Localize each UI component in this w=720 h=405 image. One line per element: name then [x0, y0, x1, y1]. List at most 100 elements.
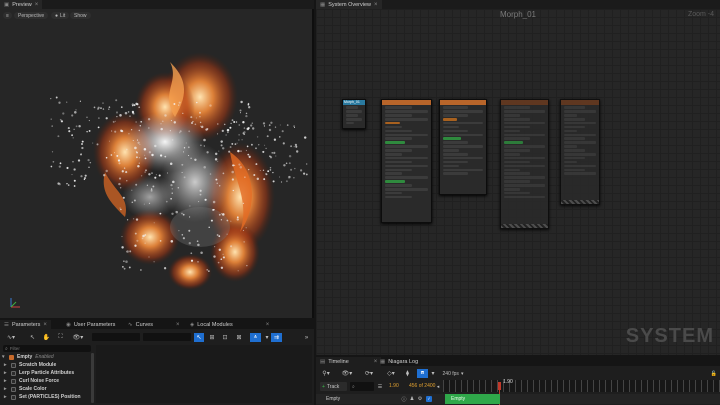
close-icon[interactable]: × [43, 322, 47, 328]
particle-effect-viewport[interactable] [0, 22, 312, 318]
sparkle-particle [262, 150, 265, 153]
value-field-2[interactable] [143, 333, 191, 341]
sparkle-particle [247, 102, 250, 105]
module-row-scratch[interactable]: ▸ Scratch Module [4, 361, 56, 369]
expand-arrow-icon[interactable]: ▸ [4, 378, 8, 384]
tangent-button[interactable]: ▾ [264, 333, 270, 342]
show-button[interactable]: Show [70, 12, 91, 19]
sparkle-particle [192, 120, 194, 123]
track-row[interactable] [316, 394, 720, 404]
close-icon[interactable]: × [35, 2, 39, 8]
track-enabled-checkbox[interactable]: ✓ [426, 396, 432, 402]
close-icon[interactable]: × [176, 322, 180, 328]
expand-arrow-icon[interactable]: ▸ [4, 362, 8, 368]
value-field-1[interactable] [92, 333, 140, 341]
keyframe-button[interactable]: ◇▾ [384, 369, 398, 378]
emitter-row[interactable]: ▾ Empty Enabled [2, 353, 54, 361]
lit-button[interactable]: ● Lit [51, 12, 70, 19]
view-options-button[interactable]: 👁▾ [70, 333, 86, 342]
flatten-button[interactable]: ⇉ [271, 333, 282, 342]
tab-user-parameters[interactable]: ◉ User Parameters [62, 320, 119, 329]
select-tool-button[interactable]: ↖ [28, 333, 37, 342]
tab-timeline[interactable]: ▤ Timeline × [316, 357, 382, 366]
preview-panel: ▣ Preview × ≡ Perspective ● Lit Show [0, 0, 314, 318]
perspective-button[interactable]: Perspective [14, 12, 49, 19]
search-input[interactable]: ⌕ [3, 345, 91, 352]
fps-selector[interactable]: 240 fps ▾ [439, 369, 467, 378]
sparkle-particle [160, 123, 162, 125]
sparkle-particle [286, 124, 289, 126]
emitter-clip[interactable]: Empty [445, 394, 500, 404]
transform-button[interactable]: ⊞ [207, 333, 217, 342]
snap-toggle-button[interactable]: ⩎ [417, 369, 428, 378]
module-row-set-position[interactable]: ▸ Set (PARTICLES) Position [4, 393, 81, 401]
sparkle-particle [67, 127, 70, 130]
tab-local-modules[interactable]: ◈ Local Modules × [186, 320, 273, 329]
snap-options-button[interactable]: ▾ [430, 369, 436, 378]
close-icon[interactable]: × [266, 322, 270, 328]
tab-parameters[interactable]: ☰ Parameters × [0, 320, 51, 329]
curve-menu-button[interactable]: ∿▾ [3, 333, 19, 342]
time-ruler[interactable] [443, 380, 720, 392]
sparkle-particle [216, 234, 219, 236]
auto-key-button[interactable]: ⧫ [403, 369, 412, 378]
emitter-node-2[interactable] [439, 99, 487, 195]
close-icon[interactable]: × [374, 2, 378, 8]
track-info-icon[interactable]: ⓘ [401, 395, 407, 403]
expand-arrow-icon[interactable]: ▸ [4, 394, 8, 400]
sparkle-particle [100, 107, 102, 109]
frame-button[interactable]: ⛶ [56, 333, 65, 342]
module-row-scale-color[interactable]: ▸ Scale Color [4, 385, 47, 393]
sparkle-particle [194, 123, 197, 126]
grid-button[interactable]: ⊡ [220, 333, 230, 342]
expand-arrow-icon[interactable]: ▸ [4, 370, 8, 376]
timeline-icon: ▤ [320, 358, 326, 365]
sparkle-particle [242, 121, 245, 124]
node-footer-stripes [501, 224, 548, 228]
sparkle-particle [245, 114, 248, 118]
sparkle-particle [243, 131, 246, 134]
emitter-node-4[interactable] [560, 99, 600, 205]
system-node[interactable]: Morph_01 [342, 99, 366, 129]
step-back-button[interactable]: ◂ [435, 382, 441, 391]
sparkle-particle [222, 256, 225, 259]
emitter-node-1[interactable] [381, 99, 432, 223]
sparkle-particle [93, 106, 96, 109]
fit-button[interactable]: ⊠ [234, 333, 244, 342]
track-isolate-icon[interactable]: ♟ [409, 395, 415, 403]
sparkle-particle [217, 133, 219, 135]
snap-button[interactable]: ⩚ [250, 333, 261, 342]
module-row-curl-noise[interactable]: ▸ Curl Noise Force [4, 377, 59, 385]
tab-curves[interactable]: ∿ Curves × [124, 320, 184, 329]
lock-icon[interactable]: 🔓 [710, 369, 718, 378]
filter-icon[interactable]: ☰ [376, 382, 384, 391]
curve-editor-area[interactable] [96, 345, 312, 403]
add-track-button[interactable]: + Track [320, 382, 347, 391]
viewport-menu-button[interactable]: ≡ [3, 12, 12, 19]
track-search-input[interactable]: ⌕ [350, 382, 374, 391]
sparkle-particle [191, 122, 193, 124]
module-row-lerp[interactable]: ▸ Lerp Particle Attributes [4, 369, 74, 377]
sparkle-particle [295, 145, 298, 148]
track-settings-icon[interactable]: ⚙ [417, 395, 423, 403]
tab-preview[interactable]: ▣ Preview × [0, 0, 43, 9]
playhead-marker[interactable] [498, 382, 501, 390]
tab-system-overview[interactable]: ▦ System Overview × [316, 0, 382, 9]
key-tool-button[interactable]: ⚲▾ [319, 369, 333, 378]
tab-niagara-log[interactable]: ▦ Niagara Log [376, 357, 422, 366]
sparkle-particle [293, 146, 295, 148]
collapse-arrow-icon[interactable]: ▾ [2, 354, 6, 360]
sparkle-particle [144, 171, 146, 173]
sparkle-particle [135, 102, 138, 105]
playback-options-button[interactable]: ⟳▾ [362, 369, 376, 378]
list-scrollbar[interactable] [91, 353, 94, 403]
emitter-node-3[interactable] [500, 99, 549, 229]
pointer-mode-button[interactable]: ↖ [194, 333, 204, 342]
search-field[interactable] [9, 345, 80, 352]
sparkle-particle [59, 118, 62, 121]
view-button[interactable]: 👁▾ [340, 369, 354, 378]
pan-tool-button[interactable]: ✋ [42, 333, 51, 342]
current-time-field[interactable]: 1.90 [389, 383, 399, 389]
expand-arrow-icon[interactable]: ▸ [4, 386, 8, 392]
expand-toolbar-button[interactable]: » [302, 333, 311, 342]
